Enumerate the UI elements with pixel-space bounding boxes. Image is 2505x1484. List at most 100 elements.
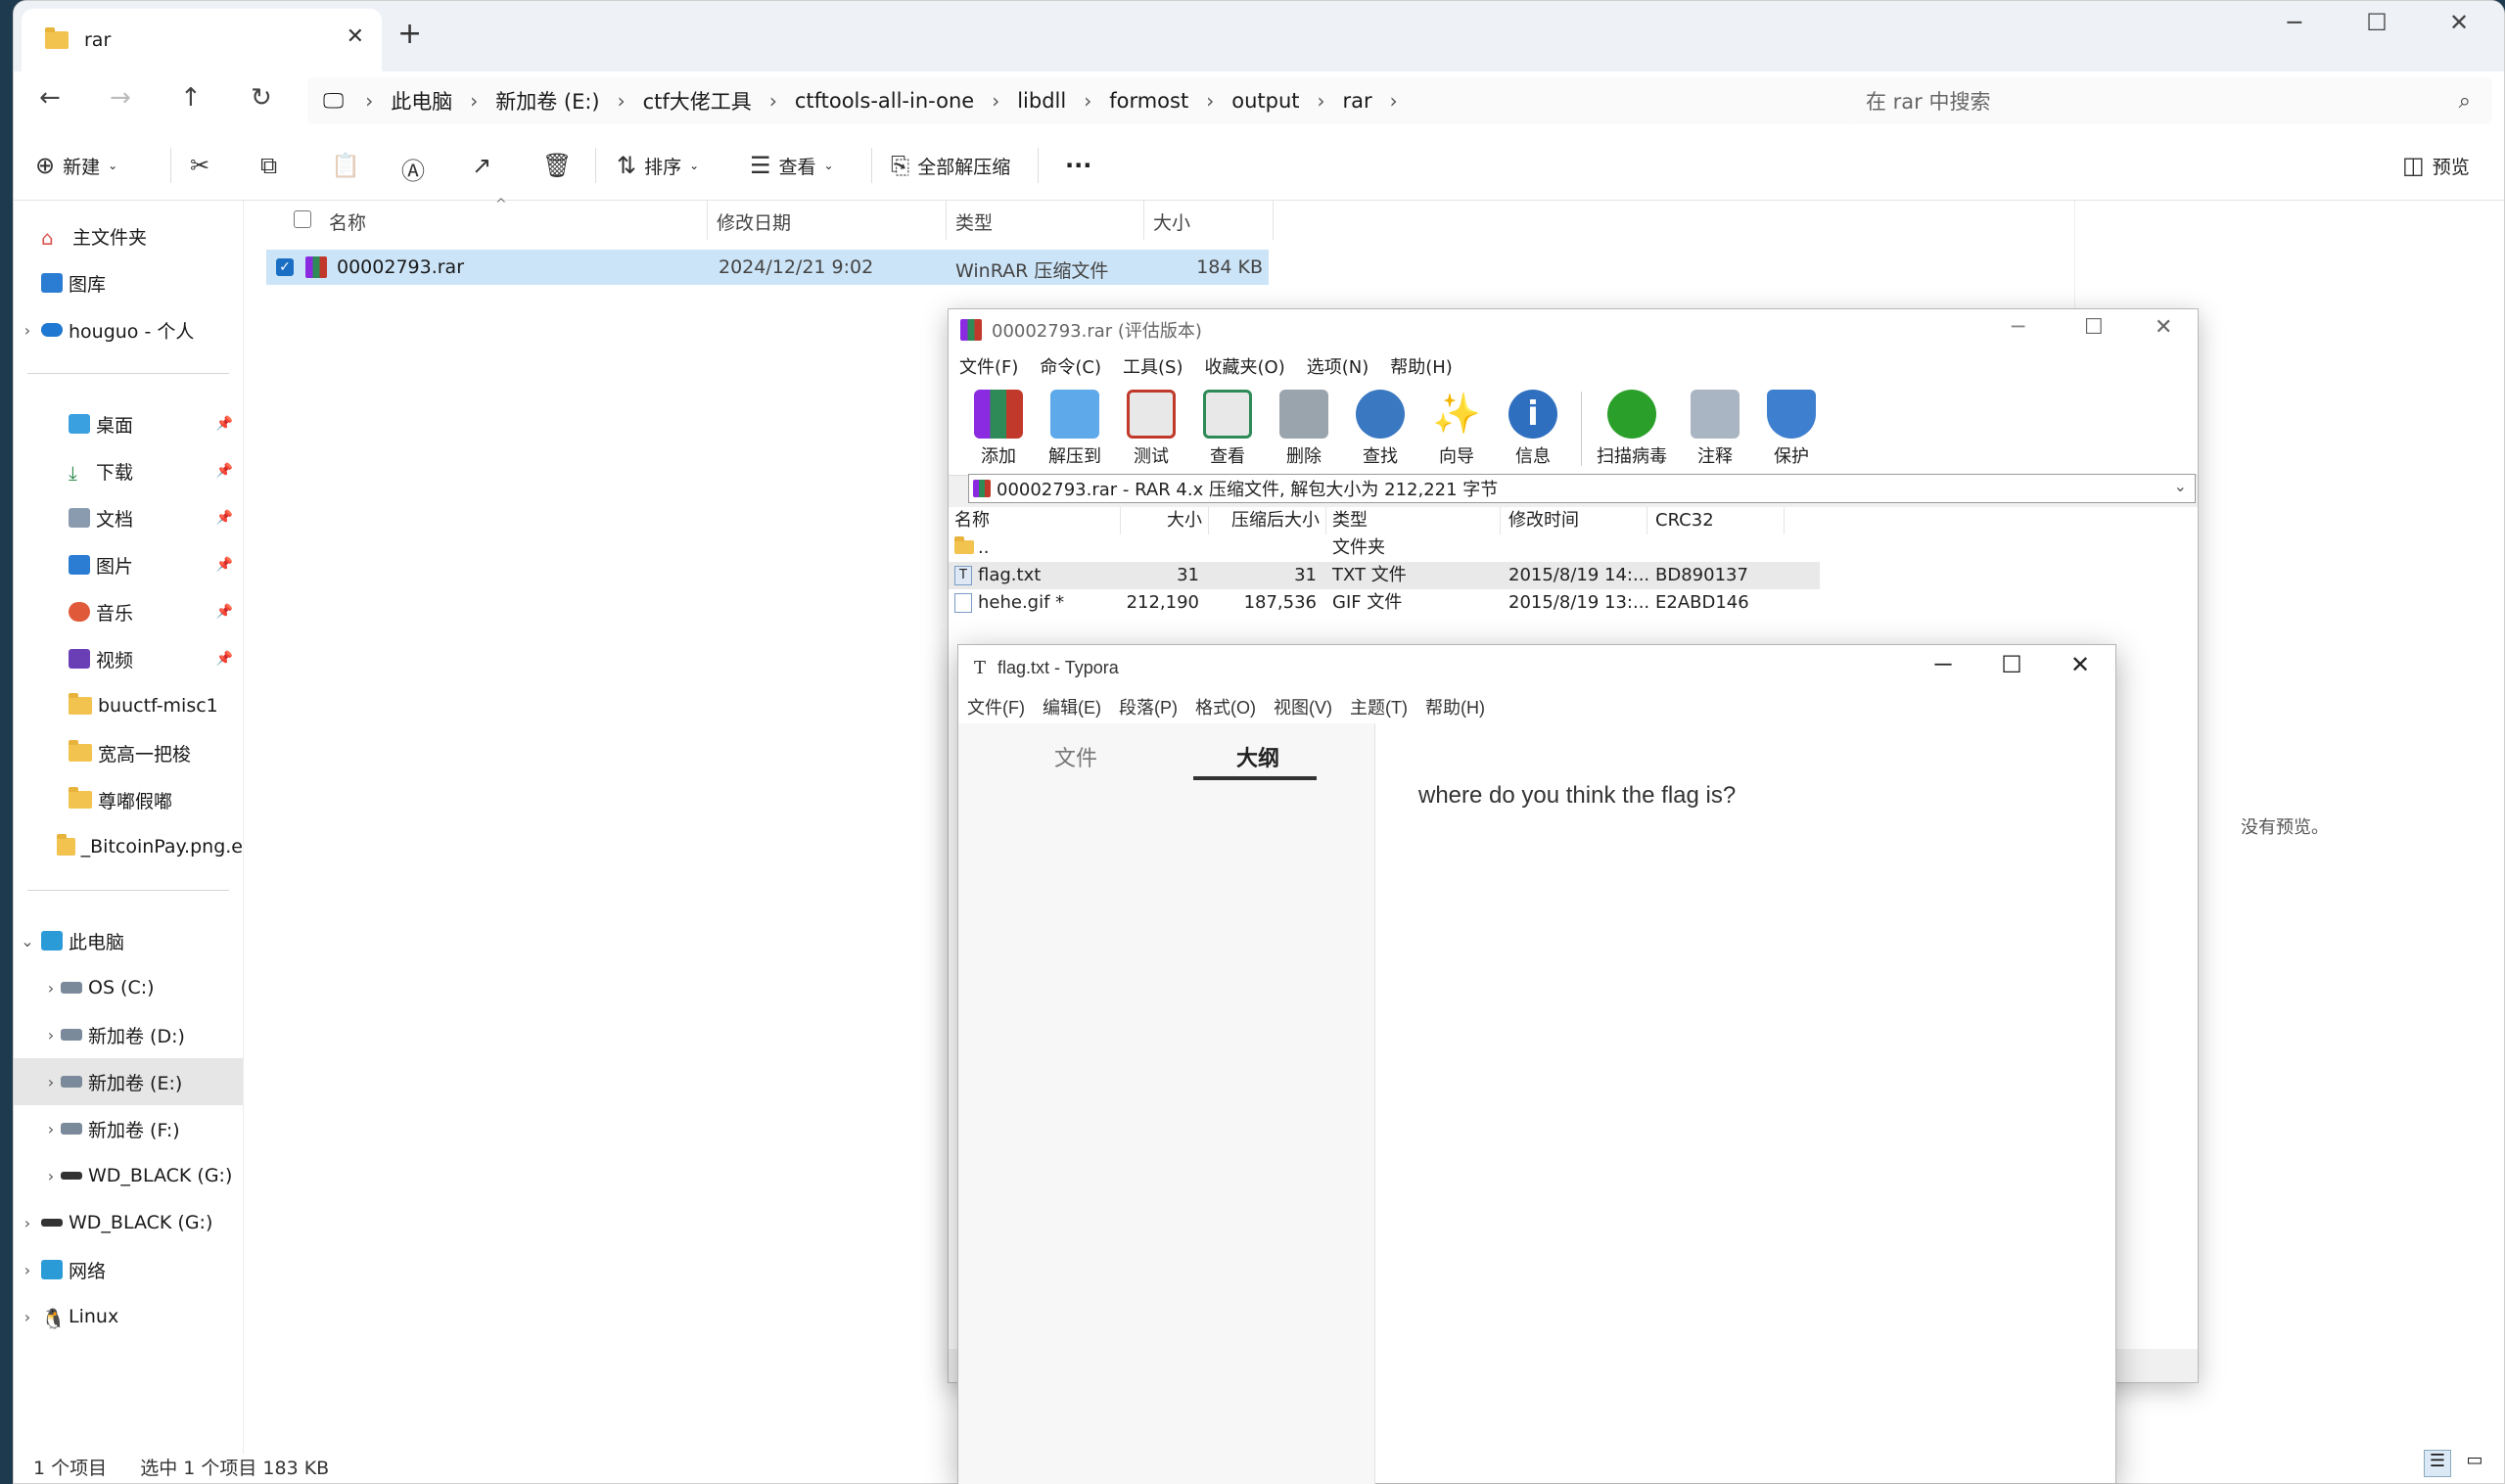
test-button[interactable]: 测试 (1113, 390, 1189, 468)
cut-button[interactable]: ✂ (190, 152, 209, 179)
chevron-down-icon[interactable]: ⌄ (2174, 477, 2187, 495)
extract-all-button[interactable]: ⎘ 全部解压缩 (891, 152, 1010, 179)
breadcrumb-item[interactable]: formost (1091, 89, 1206, 113)
menu-file[interactable]: 文件(F) (958, 694, 1034, 719)
chevron-right-icon[interactable]: › (41, 1073, 61, 1091)
maximize-button[interactable]: ☐ (2347, 9, 2406, 36)
sidebar-item-folder[interactable]: 尊嘟假嘟 (14, 776, 243, 823)
paste-button[interactable]: 📋 (331, 152, 360, 179)
menu-file[interactable]: 文件(F) (949, 353, 1029, 379)
sidebar-item-videos[interactable]: 视频 📌 (14, 635, 243, 682)
sidebar-item-drive-d[interactable]: › 新加卷 (D:) (14, 1011, 243, 1058)
chevron-right-icon[interactable]: › (41, 1120, 61, 1138)
sidebar-item-linux[interactable]: › 🐧 Linux (14, 1293, 243, 1340)
sidebar-item-network[interactable]: › 网络 (14, 1246, 243, 1293)
list-item[interactable]: .. 文件夹 (949, 534, 1820, 562)
menu-format[interactable]: 格式(O) (1186, 694, 1265, 719)
breadcrumb-item[interactable]: 此电脑 (373, 86, 470, 116)
chevron-right-icon[interactable]: › (14, 321, 41, 340)
minimize-button[interactable]: ─ (1910, 651, 1976, 678)
sidebar-item-drive-g2[interactable]: › WD_BLACK (G:) (14, 1199, 243, 1246)
up-icon[interactable]: ↑ (180, 83, 202, 113)
chevron-right-icon[interactable]: › (41, 1026, 61, 1044)
chevron-right-icon[interactable]: › (14, 1214, 41, 1232)
tab-files[interactable]: 文件 (1054, 741, 1097, 772)
copy-button[interactable]: ⧉ (260, 152, 277, 179)
archive-path-combo[interactable]: 00002793.rar - RAR 4.x 压缩文件, 解包大小为 212,2… (968, 474, 2196, 503)
list-item[interactable]: hehe.gif * 212,190 187,536 GIF 文件 2015/8… (949, 589, 1820, 617)
chevron-right-icon[interactable]: › (14, 1308, 41, 1326)
extract-to-button[interactable]: 解压到 (1037, 390, 1113, 468)
more-button[interactable]: ··· (1065, 152, 1091, 179)
close-button[interactable]: ✕ (2155, 315, 2172, 340)
tiles-view-icon[interactable]: ▭ (2461, 1450, 2488, 1477)
delete-button[interactable]: 删除 (1266, 390, 1342, 468)
document-content[interactable]: where do you think the flag is? (1418, 782, 1736, 810)
menu-tools[interactable]: 工具(S) (1112, 353, 1193, 379)
menu-commands[interactable]: 命令(C) (1029, 353, 1112, 379)
column-type[interactable]: 类型 (1326, 507, 1501, 534)
sort-button[interactable]: ⇅ 排序 ⌄ (617, 152, 699, 179)
file-row[interactable]: ✓ 00002793.rar 2024/12/21 9:02 WinRAR 压缩… (266, 250, 1269, 285)
sidebar-item-documents[interactable]: 文档 📌 (14, 494, 243, 541)
address-bar[interactable]: 🖵 › 此电脑 › 新加卷 (E:) › ctf大佬工具 › ctftools-all… (307, 77, 1850, 124)
list-item[interactable]: T flag.txt 31 31 TXT 文件 2015/8/19 14:...… (949, 562, 1820, 589)
sidebar-item-drive-c[interactable]: › OS (C:) (14, 964, 243, 1011)
maximize-button[interactable]: ☐ (2084, 315, 2104, 340)
column-packed[interactable]: 压缩后大小 (1209, 507, 1326, 534)
sidebar-item-folder[interactable]: _BitcoinPay.png.e (14, 823, 243, 870)
back-icon[interactable]: ← (39, 83, 61, 113)
menu-edit[interactable]: 编辑(E) (1034, 694, 1110, 719)
menu-options[interactable]: 选项(N) (1296, 353, 1380, 379)
column-name[interactable]: 名称 (329, 209, 366, 235)
preview-button[interactable]: ◫ 预览 (2402, 152, 2470, 179)
column-size[interactable]: 大小 (1153, 209, 1190, 235)
share-button[interactable]: ↗ (472, 152, 491, 179)
breadcrumb-item[interactable]: libdll (999, 89, 1084, 113)
scan-virus-button[interactable]: 扫描病毒 (1585, 390, 1679, 468)
sidebar-item-onedrive[interactable]: › houguo - 个人 (14, 306, 243, 353)
find-button[interactable]: 查找 (1342, 390, 1418, 468)
search-input[interactable]: 在 rar 中搜索 ⌕ (1846, 77, 2492, 124)
comment-button[interactable]: 注释 (1677, 390, 1753, 468)
details-view-icon[interactable]: ☰ (2424, 1450, 2451, 1477)
info-button[interactable]: i 信息 (1495, 390, 1571, 468)
breadcrumb-item[interactable]: 新加卷 (E:) (478, 86, 617, 116)
sidebar-item-thispc[interactable]: ⌄ 此电脑 (14, 917, 243, 964)
rename-button[interactable]: Ⓐ (401, 152, 425, 186)
close-button[interactable]: ✕ (2047, 651, 2113, 679)
column-crc[interactable]: CRC32 (1647, 507, 1785, 534)
menu-help[interactable]: 帮助(H) (1379, 353, 1463, 379)
column-size[interactable]: 大小 (1121, 507, 1209, 534)
row-checkbox[interactable]: ✓ (276, 258, 294, 276)
view-button[interactable]: ☰ 查看 ⌄ (750, 152, 834, 179)
column-modified[interactable]: 修改时间 (1501, 507, 1647, 534)
minimize-button[interactable]: ─ (2265, 9, 2324, 36)
sidebar-item-drive-g[interactable]: › WD_BLACK (G:) (14, 1152, 243, 1199)
menu-view[interactable]: 视图(V) (1265, 694, 1341, 719)
forward-icon[interactable]: → (110, 83, 131, 113)
protect-button[interactable]: 保护 (1753, 390, 1830, 468)
minimize-button[interactable]: ─ (2012, 315, 2024, 340)
column-name[interactable]: 名称 (954, 507, 1121, 534)
column-type[interactable]: 类型 (955, 209, 993, 235)
sidebar-item-folder[interactable]: buuctf-misc1 (14, 682, 243, 729)
sidebar-item-music[interactable]: 音乐 📌 (14, 588, 243, 635)
sidebar-item-downloads[interactable]: ⤓ 下载 📌 (14, 447, 243, 494)
menu-help[interactable]: 帮助(H) (1416, 694, 1494, 719)
chevron-right-icon[interactable]: › (14, 1261, 41, 1279)
close-tab-icon[interactable]: ✕ (347, 24, 364, 49)
chevron-down-icon[interactable]: ⌄ (14, 932, 41, 951)
sidebar-item-home[interactable]: ⌂ 主文件夹 (14, 212, 243, 259)
sidebar-item-folder[interactable]: 宽高一把梭 (14, 729, 243, 776)
view-button[interactable]: 查看 (1189, 390, 1266, 468)
wizard-button[interactable]: ✨ 向导 (1418, 390, 1495, 468)
sidebar-item-pictures[interactable]: 图片 📌 (14, 541, 243, 588)
new-tab-button[interactable]: + (397, 17, 422, 51)
delete-button[interactable]: 🗑 (542, 152, 572, 179)
breadcrumb-item[interactable]: ctftools-all-in-one (777, 89, 992, 113)
add-button[interactable]: 添加 (960, 390, 1037, 468)
column-date[interactable]: 修改日期 (717, 209, 791, 235)
menu-theme[interactable]: 主题(T) (1341, 694, 1416, 719)
maximize-button[interactable]: ☐ (1978, 651, 2045, 679)
